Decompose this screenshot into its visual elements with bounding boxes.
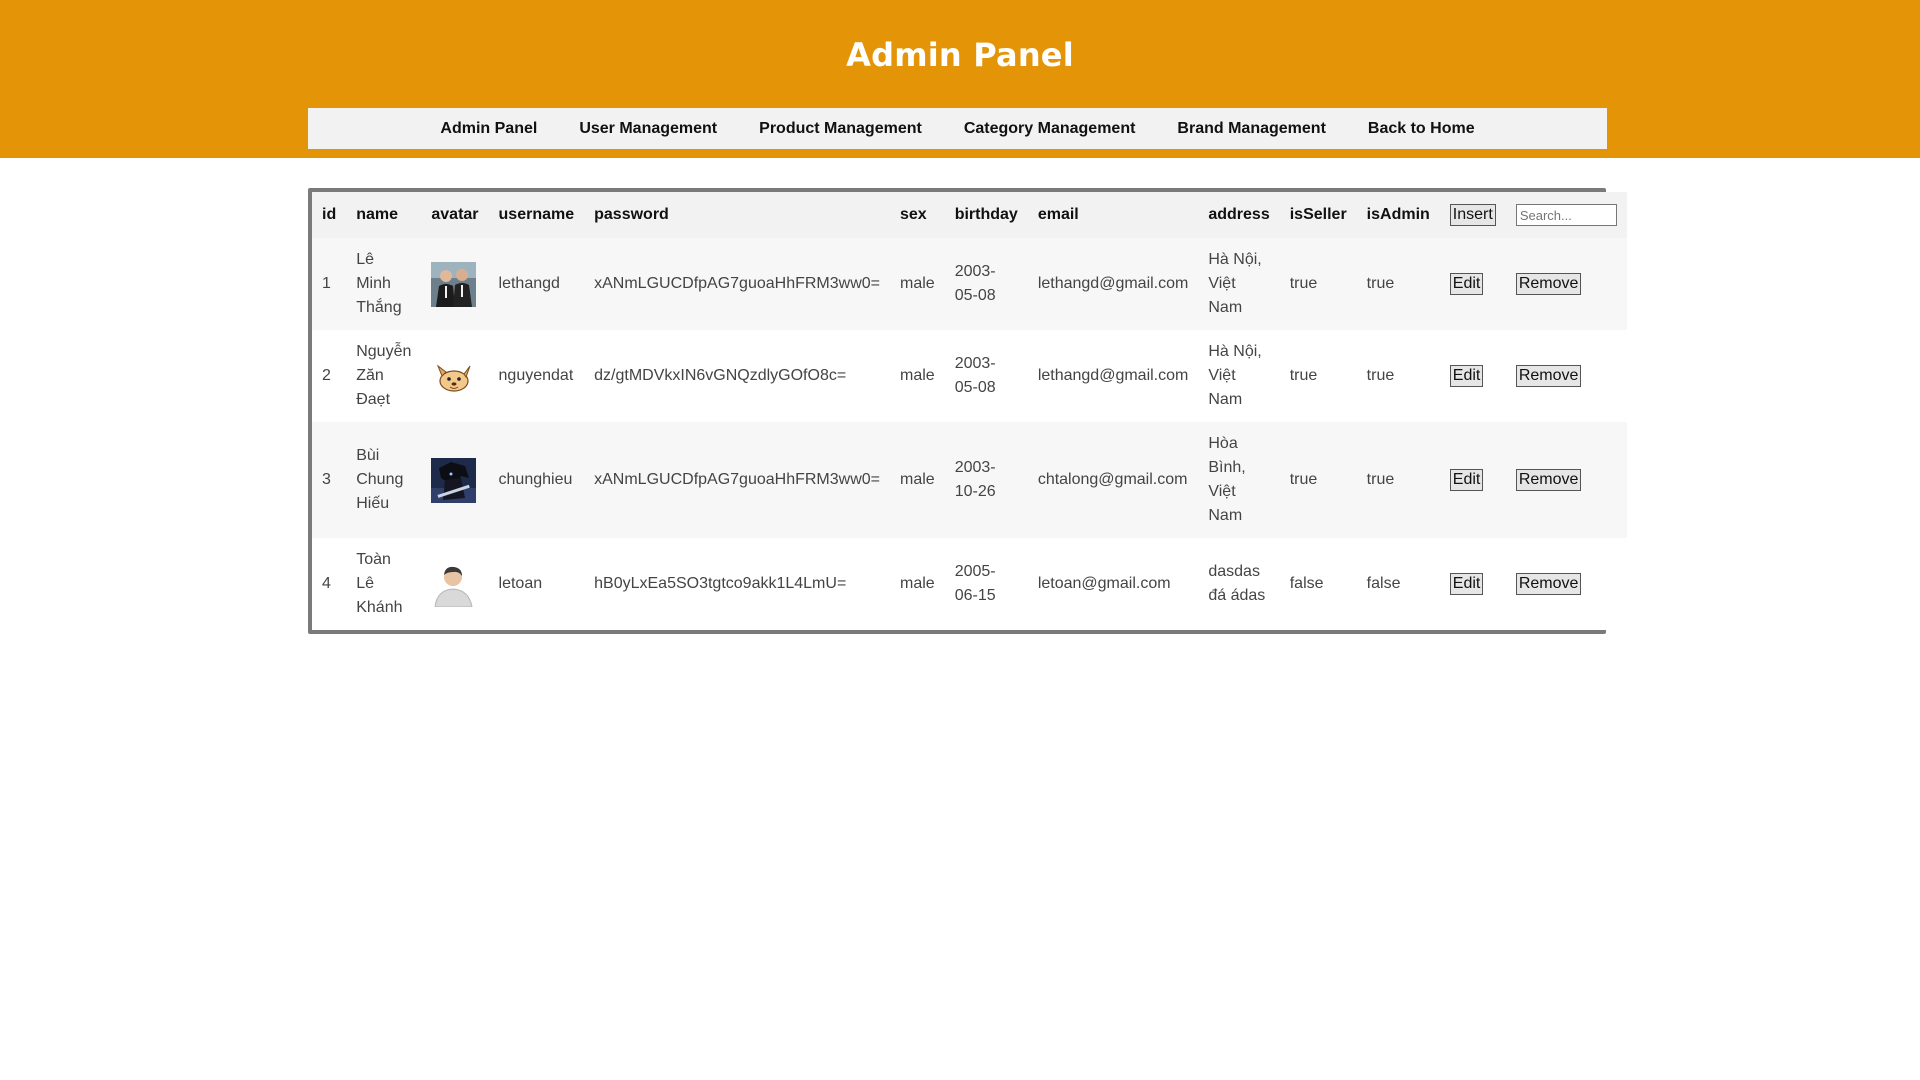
nav-link-brand-management[interactable]: Brand Management — [1177, 120, 1325, 138]
cell-isseller: true — [1279, 238, 1357, 330]
cell-id: 4 — [312, 538, 347, 630]
cell-remove: Remove — [1505, 330, 1627, 422]
col-header-isadmin: isAdmin — [1356, 192, 1440, 238]
col-header-password: password — [584, 192, 890, 238]
cell-email: lethangd@gmail.com — [1027, 238, 1199, 330]
cell-password: xANmLGUCDfpAG7guoaHhFRM3ww0= — [584, 238, 890, 330]
users-table-container: id name avatar username password sex bir… — [308, 188, 1627, 634]
cell-password: dz/gtMDVkxIN6vGNQzdlyGOfO8c= — [584, 330, 890, 422]
nav-link-back-to-home[interactable]: Back to Home — [1368, 120, 1475, 138]
cell-address: Hà Nội, Việt Nam — [1198, 330, 1280, 422]
col-header-sex: sex — [890, 192, 945, 238]
col-header-id: id — [312, 192, 347, 238]
cell-address: Hà Nội, Việt Nam — [1198, 238, 1280, 330]
cell-id: 2 — [312, 330, 347, 422]
anime-character-icon — [431, 457, 477, 503]
col-header-insert: Insert — [1439, 192, 1506, 238]
cell-password: xANmLGUCDfpAG7guoaHhFRM3ww0= — [584, 422, 890, 538]
insert-button[interactable]: Insert — [1449, 204, 1496, 226]
cell-avatar — [421, 238, 489, 330]
cell-sex: male — [890, 238, 945, 330]
cell-isseller: true — [1279, 330, 1357, 422]
cell-email: letoan@gmail.com — [1027, 538, 1199, 630]
cell-birthday: 2003-05-08 — [944, 238, 1028, 330]
cell-edit: Edit — [1439, 422, 1506, 538]
page-title: Admin Panel — [846, 36, 1074, 74]
cell-birthday: 2003-05-08 — [944, 330, 1028, 422]
col-header-search — [1505, 192, 1627, 238]
col-header-email: email — [1027, 192, 1199, 238]
page-header: Admin Panel Admin Panel User Management … — [0, 0, 1920, 158]
cell-remove: Remove — [1505, 422, 1627, 538]
table-row: 3 Bùi Chung Hiếu chunghieu xANmLGUCDfpAG… — [312, 422, 1627, 538]
cell-isadmin: false — [1356, 538, 1440, 630]
cell-edit: Edit — [1439, 330, 1506, 422]
remove-button[interactable]: Remove — [1515, 469, 1582, 491]
col-header-address: address — [1198, 192, 1280, 238]
cell-isseller: true — [1279, 422, 1357, 538]
table-header-row: id name avatar username password sex bir… — [312, 192, 1627, 238]
cell-username: letoan — [488, 538, 585, 630]
col-header-birthday: birthday — [944, 192, 1028, 238]
edit-button[interactable]: Edit — [1449, 469, 1484, 491]
col-header-name: name — [346, 192, 422, 238]
cell-sex: male — [890, 330, 945, 422]
cell-username: lethangd — [488, 238, 585, 330]
table-row: 4 Toàn Lê Khánh letoan hB0yLxEa5SO3tgtco… — [312, 538, 1627, 630]
cell-avatar — [421, 330, 489, 422]
nav-link-product-management[interactable]: Product Management — [759, 120, 922, 138]
cell-id: 3 — [312, 422, 347, 538]
cell-email: lethangd@gmail.com — [1027, 330, 1199, 422]
cell-name: Toàn Lê Khánh — [346, 538, 422, 630]
cell-name: Nguyễn Zăn Đaẹt — [346, 330, 422, 422]
nav-link-admin-panel[interactable]: Admin Panel — [440, 120, 537, 138]
cell-edit: Edit — [1439, 538, 1506, 630]
cell-name: Bùi Chung Hiếu — [346, 422, 422, 538]
cell-isadmin: true — [1356, 238, 1440, 330]
cell-address: dasdas đá ádas — [1198, 538, 1280, 630]
cell-avatar — [421, 538, 489, 630]
cell-sex: male — [890, 538, 945, 630]
cell-sex: male — [890, 422, 945, 538]
cell-username: nguyendat — [488, 330, 585, 422]
table-row: 1 Lê Minh Thắng lethangd xANmLGUCDfpAG7g… — [312, 238, 1627, 330]
default-user-icon — [431, 561, 477, 607]
col-header-isseller: isSeller — [1279, 192, 1357, 238]
users-table: id name avatar username password sex bir… — [312, 192, 1627, 630]
col-header-username: username — [488, 192, 585, 238]
table-row: 2 Nguyễn Zăn Đaẹt nguyendat dz/gtMDVkxIN… — [312, 330, 1627, 422]
cell-password: hB0yLxEa5SO3tgtco9akk1L4LmU= — [584, 538, 890, 630]
cell-isadmin: true — [1356, 330, 1440, 422]
cell-remove: Remove — [1505, 538, 1627, 630]
remove-button[interactable]: Remove — [1515, 365, 1582, 387]
edit-button[interactable]: Edit — [1449, 365, 1484, 387]
photo-two-people-icon — [431, 261, 477, 307]
search-input[interactable] — [1515, 204, 1617, 226]
edit-button[interactable]: Edit — [1449, 573, 1484, 595]
remove-button[interactable]: Remove — [1515, 573, 1582, 595]
cell-isadmin: true — [1356, 422, 1440, 538]
cell-birthday: 2003-10-26 — [944, 422, 1028, 538]
remove-button[interactable]: Remove — [1515, 273, 1582, 295]
edit-button[interactable]: Edit — [1449, 273, 1484, 295]
col-header-avatar: avatar — [421, 192, 489, 238]
cell-email: chtalong@gmail.com — [1027, 422, 1199, 538]
top-nav: Admin Panel User Management Product Mana… — [308, 108, 1607, 149]
cell-avatar — [421, 422, 489, 538]
cell-username: chunghieu — [488, 422, 585, 538]
nav-link-category-management[interactable]: Category Management — [964, 120, 1136, 138]
cell-remove: Remove — [1505, 238, 1627, 330]
cartoon-dog-icon — [431, 353, 477, 399]
cell-address: Hòa Bình, Việt Nam — [1198, 422, 1280, 538]
nav-link-user-management[interactable]: User Management — [579, 120, 717, 138]
cell-name: Lê Minh Thắng — [346, 238, 422, 330]
cell-edit: Edit — [1439, 238, 1506, 330]
cell-id: 1 — [312, 238, 347, 330]
cell-birthday: 2005-06-15 — [944, 538, 1028, 630]
cell-isseller: false — [1279, 538, 1357, 630]
